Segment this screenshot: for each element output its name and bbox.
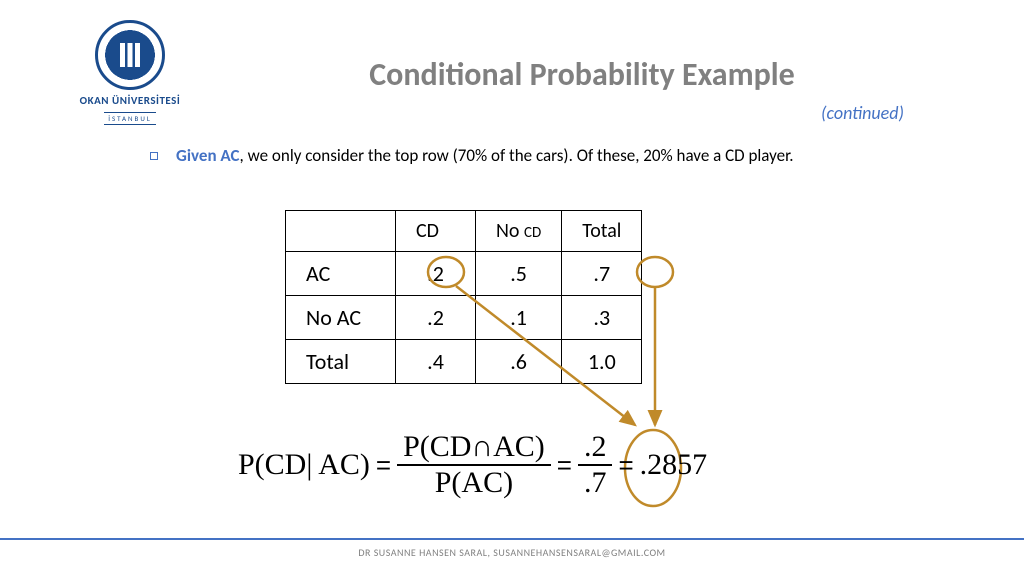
bullet-icon [150, 152, 158, 160]
frac1-den: P(AC) [429, 466, 519, 500]
row-label-total: Total [286, 340, 396, 384]
cell-noac-nocd: .1 [476, 296, 562, 340]
table-header-nocd: No CD [476, 211, 562, 252]
circle-07-icon [637, 257, 673, 287]
cell-total-total: 1.0 [562, 340, 642, 384]
bullet-prefix: Given AC [176, 145, 240, 166]
formula-lhs: P(CD| AC) [238, 448, 370, 482]
logo-name: OKAN ÜNİVERSİTESİ [70, 94, 190, 107]
equals-3: = [618, 450, 633, 481]
logo-emblem-icon [95, 20, 165, 90]
table-row: AC .2 .5 .7 [286, 252, 642, 296]
page-title: Conditional Probability Example [200, 55, 964, 94]
logo-sub: İSTANBUL [104, 112, 156, 125]
bullet-rest: , we only consider the top row (70% of t… [240, 145, 794, 166]
fraction-symbolic: P(CD∩AC) P(AC) [397, 430, 551, 500]
table-row: No AC .2 .1 .3 [286, 296, 642, 340]
cell-ac-cd: .2 [396, 252, 476, 296]
probability-table: CD No CD Total AC .2 .5 .7 No AC .2 .1 .… [285, 210, 642, 384]
formula-result: .2857 [640, 448, 708, 482]
cell-total-cd: .4 [396, 340, 476, 384]
row-label-ac: AC [286, 252, 396, 296]
cell-total-nocd: .6 [476, 340, 562, 384]
university-logo: OKAN ÜNİVERSİTESİ İSTANBUL [70, 20, 190, 126]
frac1-num: P(CD∩AC) [397, 430, 551, 466]
continued-label: (continued) [200, 102, 964, 124]
table-header-cd: CD [396, 211, 476, 252]
formula: P(CD| AC) = P(CD∩AC) P(AC) = .2 .7 = .28… [238, 430, 707, 500]
cell-ac-total: .7 [562, 252, 642, 296]
cell-noac-cd: .2 [396, 296, 476, 340]
cell-noac-total: .3 [562, 296, 642, 340]
table-header-empty [286, 211, 396, 252]
table-header-total: Total [562, 211, 642, 252]
frac2-num: .2 [578, 430, 613, 466]
table-row: Total .4 .6 1.0 [286, 340, 642, 384]
equals-2: = [557, 450, 572, 481]
equals-1: = [376, 450, 391, 481]
fraction-numeric: .2 .7 [578, 430, 613, 500]
footer-credit: DR SUSANNE HANSEN SARAL, SUSANNEHANSENSA… [0, 538, 1024, 559]
bullet-text: Given AC, we only consider the top row (… [150, 145, 904, 167]
cell-ac-nocd: .5 [476, 252, 562, 296]
row-label-noac: No AC [286, 296, 396, 340]
table-header-row: CD No CD Total [286, 211, 642, 252]
frac2-den: .7 [578, 466, 613, 500]
